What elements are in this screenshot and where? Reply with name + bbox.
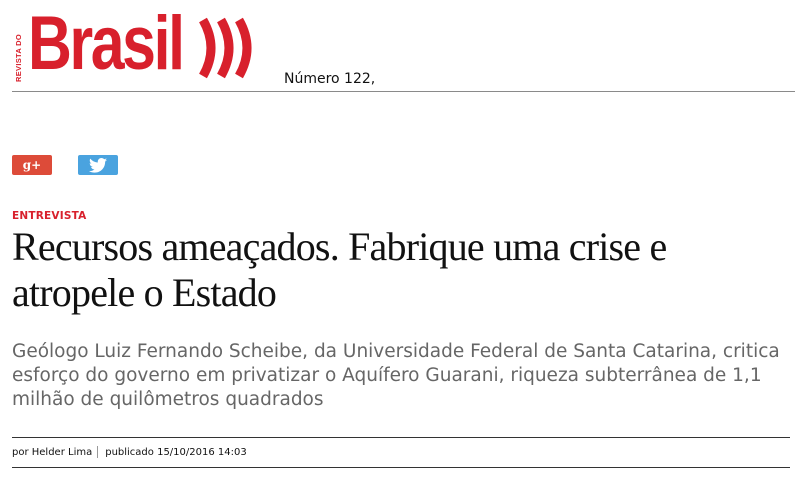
google-plus-icon: g+ (22, 158, 42, 172)
logo-side-text: REVISTA DO (14, 34, 23, 83)
article-kicker[interactable]: ENTREVISTA (12, 210, 86, 222)
twitter-bird-icon (89, 157, 107, 173)
masthead: REVISTA DO Brasil Número 122, (12, 6, 793, 92)
share-twitter-button[interactable] (78, 155, 118, 175)
byline-published: publicado 15/10/2016 14:03 (105, 446, 247, 458)
byline: por Helder Lima publicado 15/10/2016 14:… (12, 446, 247, 458)
logo-wordmark[interactable]: Brasil (28, 6, 185, 82)
masthead-divider (12, 91, 795, 92)
issue-number[interactable]: Número 122, (284, 71, 375, 87)
byline-separator (97, 446, 99, 458)
article-headline: Recursos ameaçados. Fabrique uma crise e… (12, 224, 667, 315)
byline-bottom-divider (12, 467, 790, 468)
byline-author[interactable]: por Helder Lima (12, 447, 92, 458)
share-gplus-button[interactable]: g+ (12, 155, 52, 175)
byline-top-divider (12, 437, 790, 438)
logo-waves-icon (199, 17, 252, 79)
article-subhead: Geólogo Luiz Fernando Scheibe, da Univer… (12, 341, 780, 410)
